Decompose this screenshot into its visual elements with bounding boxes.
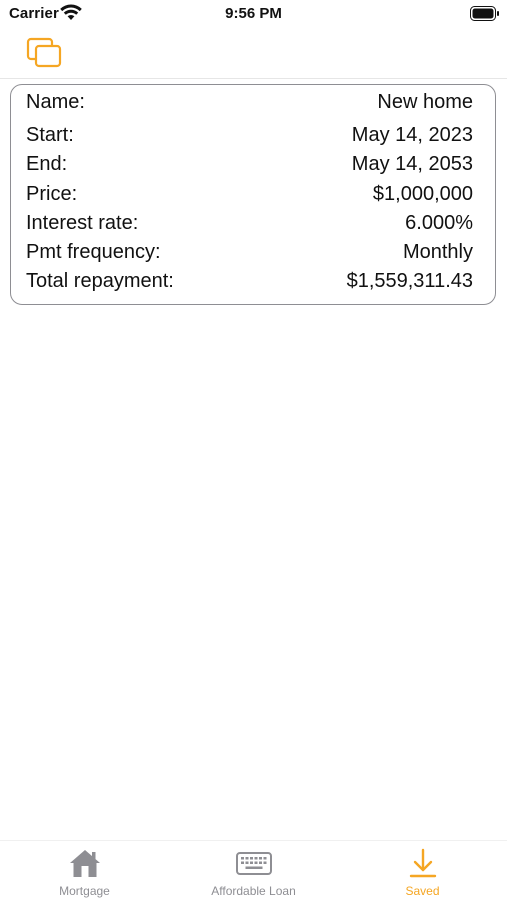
pmt-frequency-label: Pmt frequency: (26, 241, 161, 263)
battery-icon (470, 6, 499, 21)
tab-saved[interactable]: Saved (338, 841, 507, 901)
total-repayment-row: Total repayment: $1,559,311.43 (26, 268, 473, 294)
start-value: May 14, 2023 (351, 124, 473, 146)
start-row: Start: May 14, 2023 (26, 122, 473, 148)
start-label: Start: (26, 124, 74, 146)
name-row: Name: New home (26, 89, 473, 115)
pmt-frequency-row: Pmt frequency: Monthly (26, 239, 473, 265)
end-value: May 14, 2053 (351, 153, 473, 175)
total-repayment-label: Total repayment: (26, 270, 174, 292)
tab-saved-label: Saved (405, 884, 440, 898)
price-row: Price: $1,000,000 (26, 181, 473, 207)
total-repayment-value: $1,559,311.43 (346, 270, 473, 292)
copy-icon[interactable] (26, 36, 64, 70)
download-icon (409, 848, 436, 878)
tab-bar: Mortgage Affordable Loan Saved (0, 840, 507, 901)
interest-rate-label: Interest rate: (26, 212, 139, 234)
end-label: End: (26, 153, 68, 175)
price-value: $1,000,000 (372, 183, 473, 205)
status-bar: Carrier 9:56 PM (0, 0, 507, 28)
name-label: Name: (26, 91, 85, 113)
house-icon (69, 850, 100, 877)
end-row: End: May 14, 2053 (26, 151, 473, 177)
tab-mortgage-label: Mortgage (59, 884, 110, 898)
tab-affordable-loan-label: Affordable Loan (211, 884, 296, 898)
price-label: Price: (26, 183, 78, 205)
clock: 9:56 PM (225, 5, 282, 22)
interest-rate-value: 6.000% (405, 212, 473, 234)
keyboard-icon (235, 852, 272, 875)
saved-loan-card[interactable]: Name: New home Start: May 14, 2023 End: … (10, 84, 496, 305)
tab-affordable-loan[interactable]: Affordable Loan (169, 841, 338, 901)
nav-bar (0, 28, 507, 79)
interest-rate-row: Interest rate: 6.000% (26, 210, 473, 236)
tab-mortgage[interactable]: Mortgage (0, 841, 169, 901)
name-value: New home (377, 91, 473, 113)
pmt-frequency-value: Monthly (402, 241, 473, 263)
